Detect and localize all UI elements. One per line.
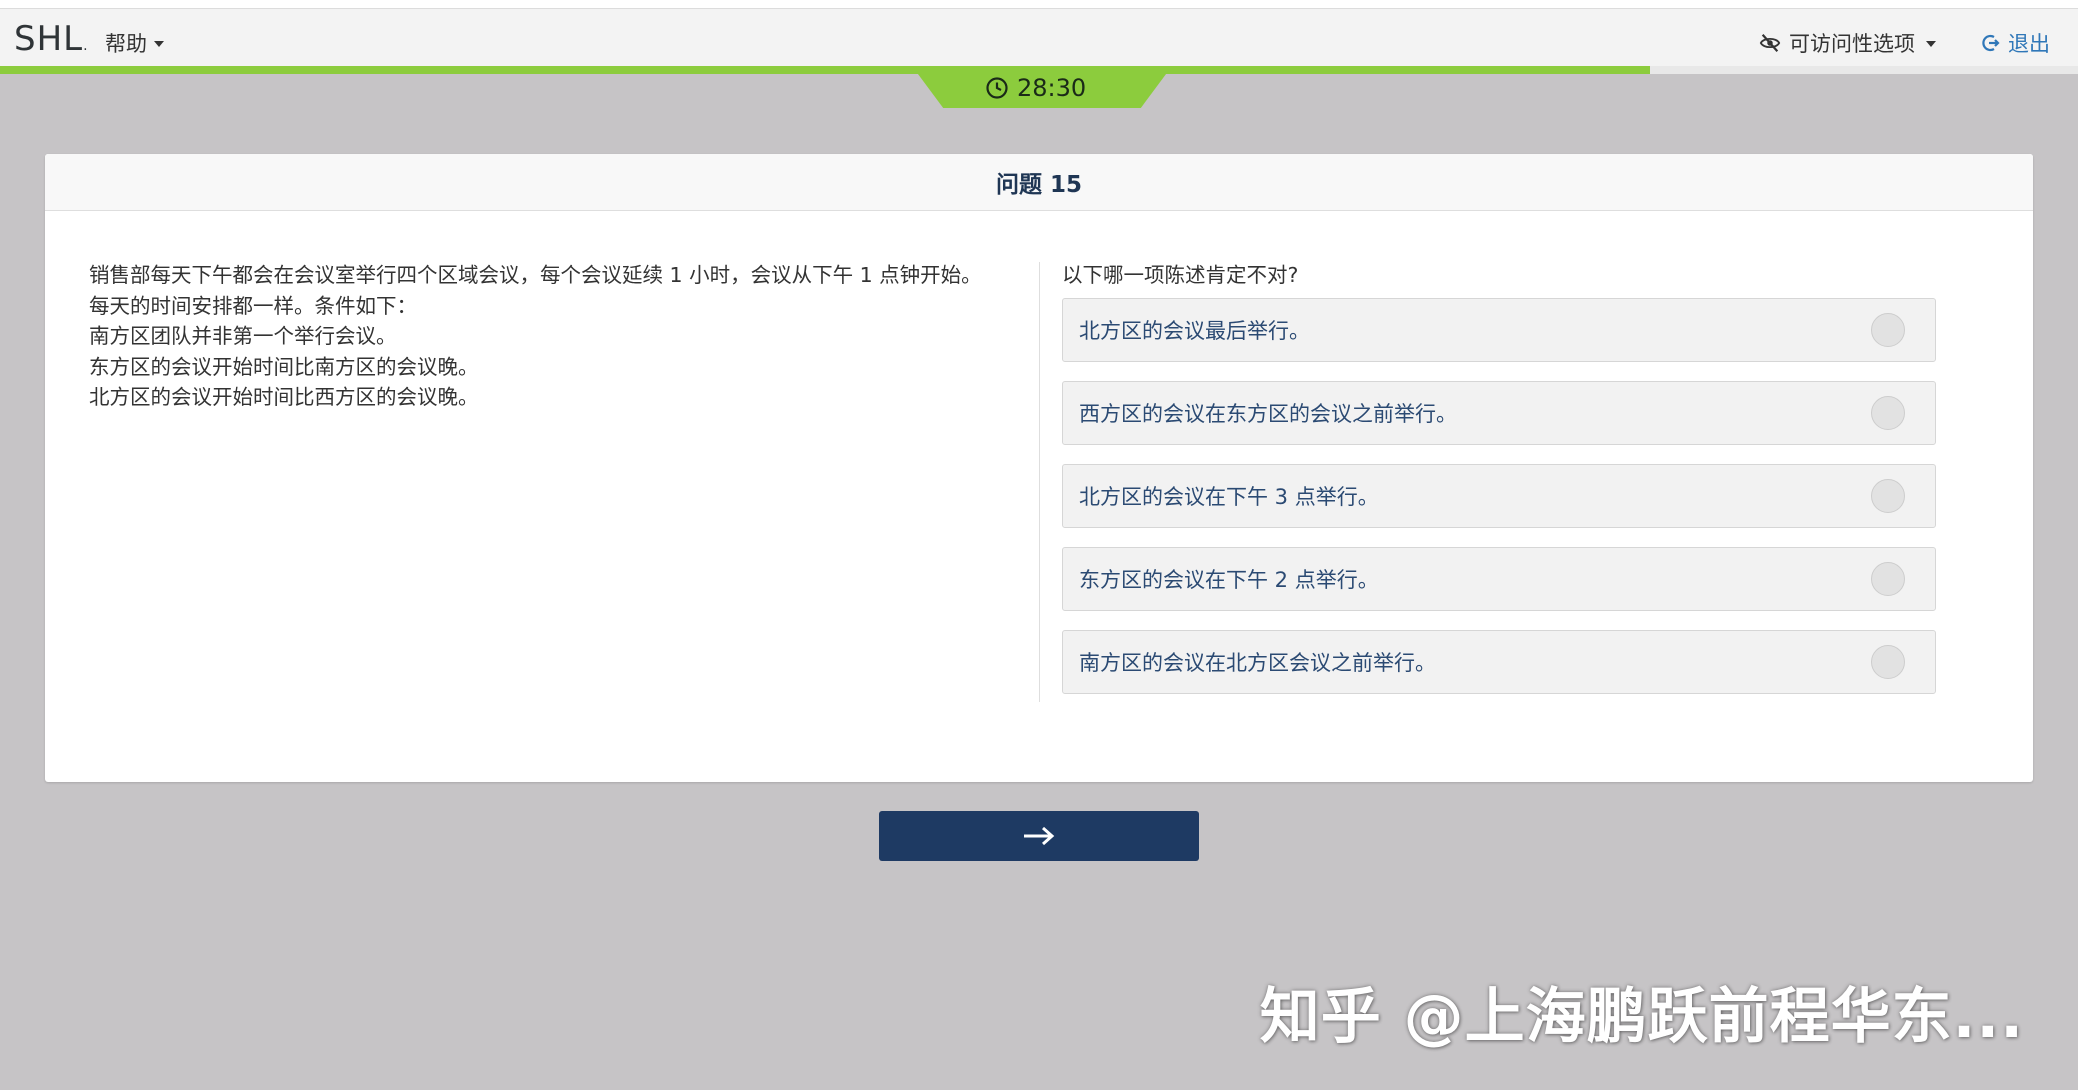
help-menu-label: 帮助 xyxy=(105,32,147,56)
answer-option-label: 南方区的会议在北方区会议之前举行。 xyxy=(1079,651,1436,675)
question-card: 问题 15 销售部每天下午都会在会议室举行四个区域会议，每个会议延续 1 小时，… xyxy=(45,154,2033,782)
eye-slash-icon xyxy=(1759,34,1781,52)
accessibility-options-label: 可访问性选项 xyxy=(1789,32,1915,56)
logout-label: 退出 xyxy=(2008,32,2050,56)
passage-line: 东方区的会议开始时间比南方区的会议晚。 xyxy=(89,354,479,379)
timer: 28:30 xyxy=(985,72,1115,104)
chevron-down-icon xyxy=(1926,41,1936,47)
answer-option-2[interactable]: 西方区的会议在东方区的会议之前举行。 xyxy=(1062,381,1936,445)
answer-option-5[interactable]: 南方区的会议在北方区会议之前举行。 xyxy=(1062,630,1936,694)
question-prompt: 以下哪一项陈述肯定不对? xyxy=(1062,263,1299,287)
progress-bar-fill xyxy=(0,66,1650,74)
answer-option-3[interactable]: 北方区的会议在下午 3 点举行。 xyxy=(1062,464,1936,528)
top-strip xyxy=(0,0,2078,8)
answer-option-4[interactable]: 东方区的会议在下午 2 点举行。 xyxy=(1062,547,1936,611)
arrow-right-icon xyxy=(1024,826,1055,846)
radio-button[interactable] xyxy=(1871,396,1905,430)
answer-option-label: 西方区的会议在东方区的会议之前举行。 xyxy=(1079,402,1457,426)
passage-line: 南方区团队并非第一个举行会议。 xyxy=(89,324,397,348)
radio-button[interactable] xyxy=(1871,313,1905,347)
column-divider xyxy=(1039,262,1040,702)
clock-icon xyxy=(986,77,1008,99)
radio-button[interactable] xyxy=(1871,479,1905,513)
watermark: 知乎 @上海鹏跃前程华东... xyxy=(1259,982,2024,1052)
answer-option-label: 北方区的会议在下午 3 点举行。 xyxy=(1079,485,1379,509)
answer-area: 以下哪一项陈述肯定不对? 北方区的会议最后举行。 西方区的会议在东方区的会议之前… xyxy=(1062,260,1936,713)
chevron-down-icon xyxy=(154,41,164,47)
help-menu-button[interactable]: 帮助 xyxy=(105,28,164,58)
logout-button[interactable]: 退出 xyxy=(1980,28,2050,58)
top-header: SHL. 帮助 可访问性选项 退出 xyxy=(0,8,2078,66)
answer-option-1[interactable]: 北方区的会议最后举行。 xyxy=(1062,298,1936,362)
answer-option-label: 东方区的会议在下午 2 点举行。 xyxy=(1079,568,1379,592)
radio-button[interactable] xyxy=(1871,562,1905,596)
accessibility-options-button[interactable]: 可访问性选项 xyxy=(1759,28,1936,58)
timer-value: 28:30 xyxy=(1017,74,1087,102)
passage-line: 销售部每天下午都会在会议室举行四个区域会议，每个会议延续 1 小时，会议从下午 … xyxy=(89,263,982,318)
answer-option-label: 北方区的会议最后举行。 xyxy=(1079,319,1310,343)
radio-button[interactable] xyxy=(1871,645,1905,679)
question-passage: 销售部每天下午都会在会议室举行四个区域会议，每个会议延续 1 小时，会议从下午 … xyxy=(89,260,989,413)
logout-icon xyxy=(1982,34,2000,52)
next-question-button[interactable] xyxy=(879,811,1199,861)
shl-logo: SHL. xyxy=(14,19,89,59)
passage-line: 北方区的会议开始时间比西方区的会议晚。 xyxy=(89,385,479,409)
question-title: 问题 15 xyxy=(45,154,2033,211)
